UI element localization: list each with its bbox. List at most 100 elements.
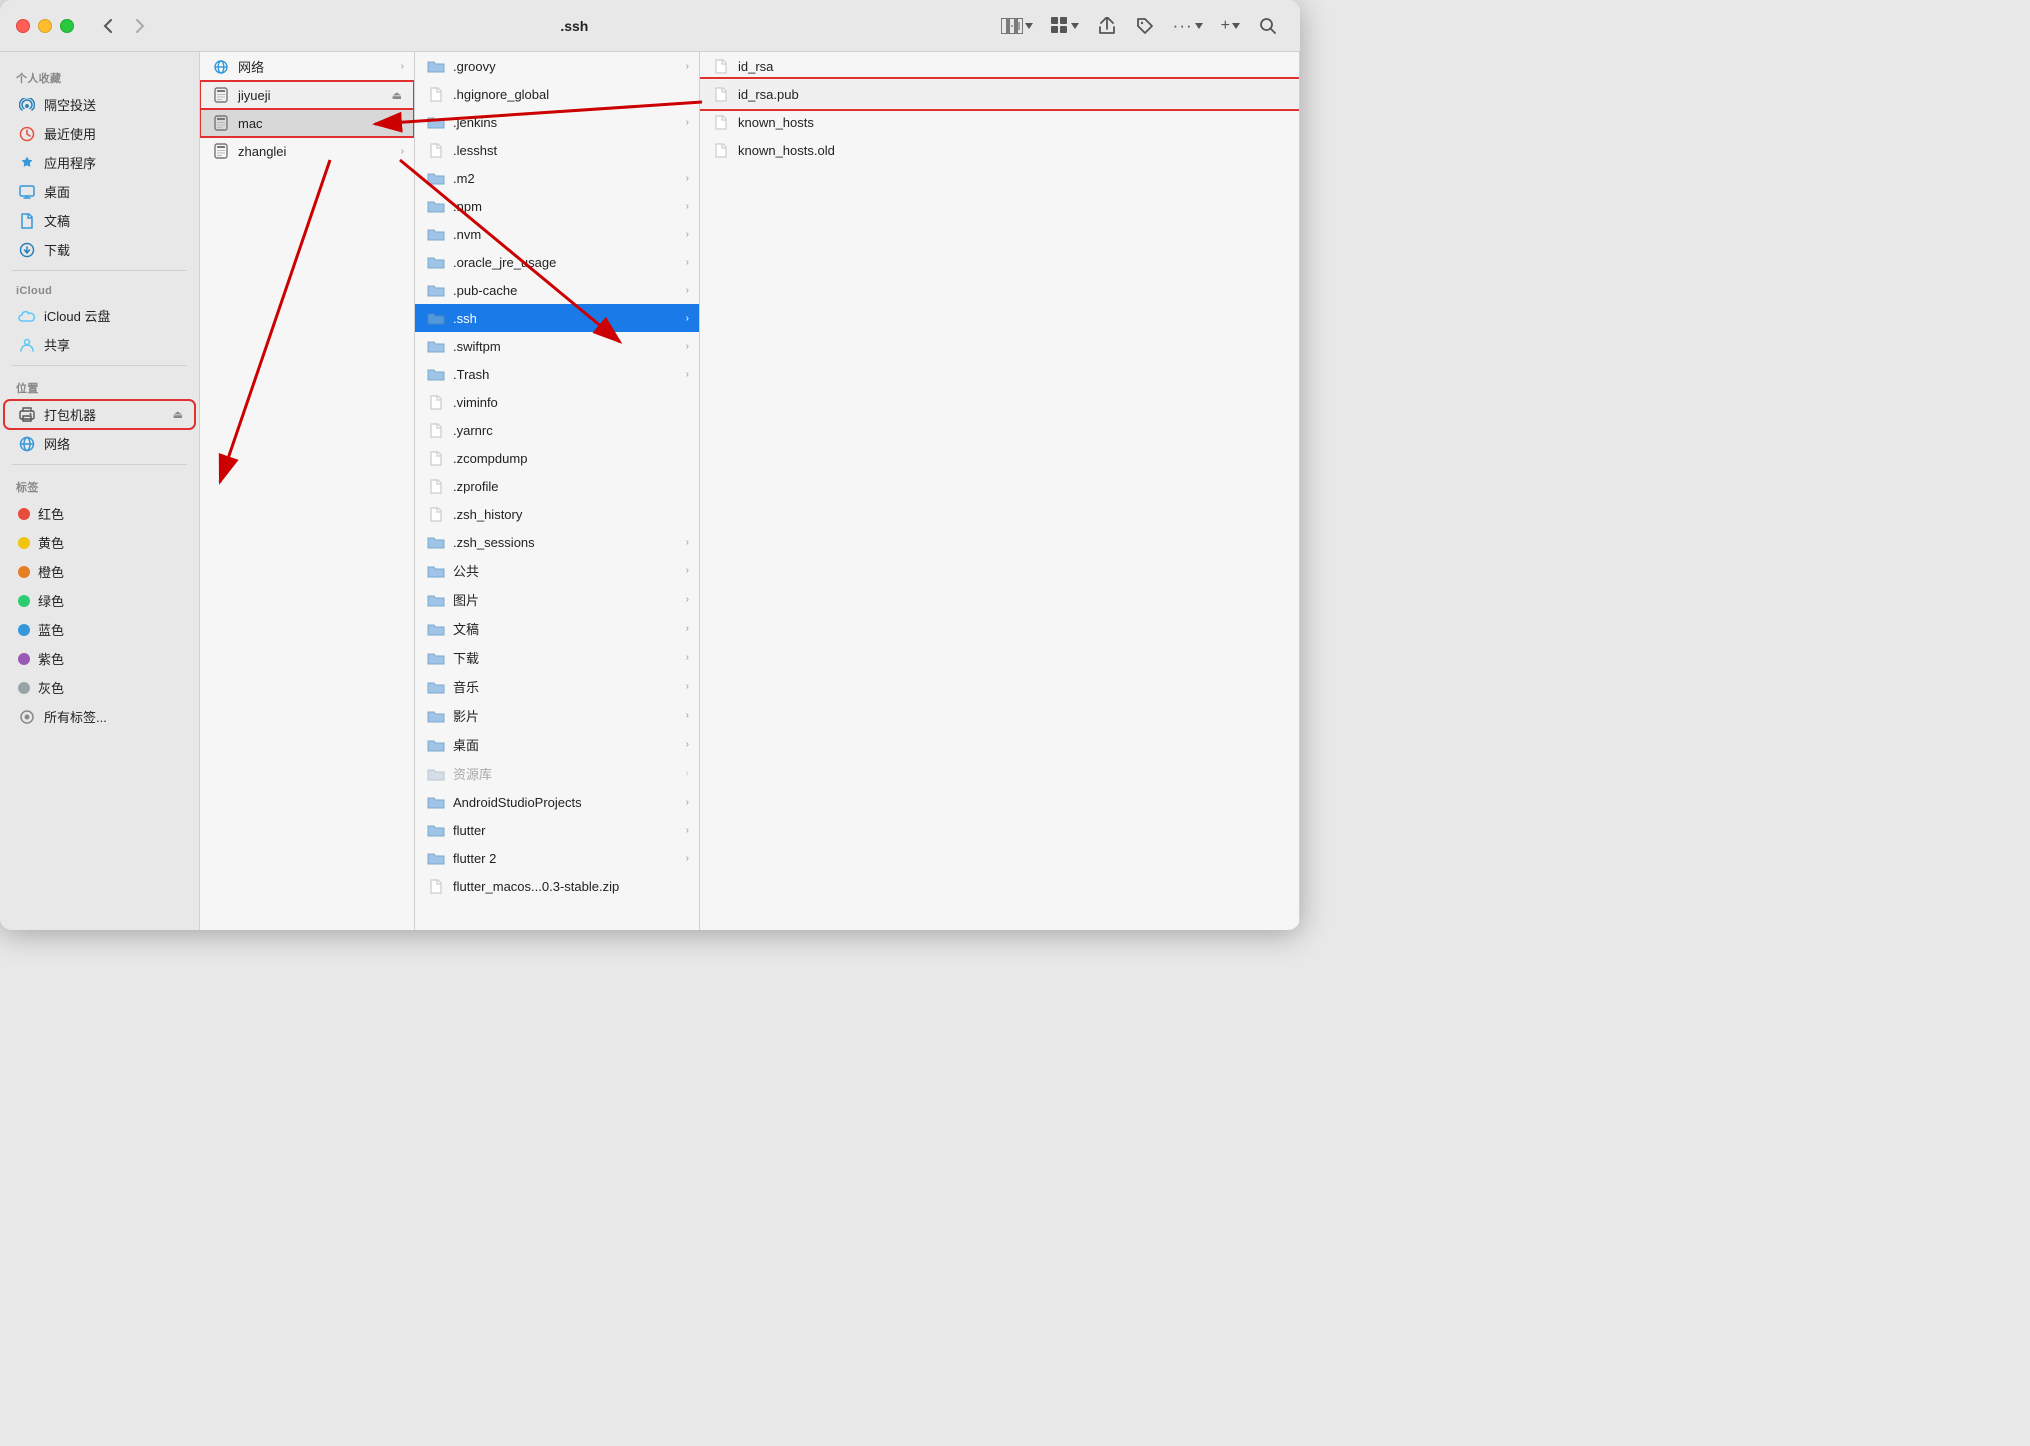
folder-selected-icon [427,309,445,327]
sidebar-item-tag-yellow[interactable]: 黄色 [4,528,195,557]
close-button[interactable] [16,19,30,33]
col2-zcompdump[interactable]: .zcompdump [415,444,699,472]
col1-zhanglei[interactable]: zhanglei › [200,137,414,165]
sidebar-item-shared[interactable]: 共享 [4,330,195,359]
sidebar-item-tag-green[interactable]: 绿色 [4,586,195,615]
chevron-icon: › [686,623,689,634]
col2-flutter2[interactable]: flutter 2 › [415,844,699,872]
sidebar-item-network[interactable]: 网络 [4,429,195,458]
col2-swiftpm-label: .swiftpm [453,339,678,354]
folder-icon [427,365,445,383]
sidebar-item-documents[interactable]: 文稿 [4,206,195,235]
view-switcher-button[interactable] [995,12,1039,40]
col1-mac[interactable]: mac ⏏ [200,109,414,137]
sidebar-item-all-tags[interactable]: 所有标签... [4,702,195,731]
col1-network[interactable]: 网络 › [200,52,414,81]
col2-m2[interactable]: .m2 › [415,164,699,192]
col3-known-hosts[interactable]: known_hosts [700,108,1299,136]
col2-pub-cache[interactable]: .pub-cache › [415,276,699,304]
col2-groovy[interactable]: .groovy › [415,52,699,80]
more-button[interactable]: ··· [1167,12,1209,40]
col2-swiftpm[interactable]: .swiftpm › [415,332,699,360]
col2-hgignore[interactable]: .hgignore_global [415,80,699,108]
sidebar-item-airdrop[interactable]: 隔空投送 [4,90,195,119]
sidebar-item-icloud-drive[interactable]: iCloud 云盘 [4,301,195,330]
sidebar-item-printer[interactable]: 打包机器 ⏏ [4,400,195,429]
sidebar-item-tag-purple-label: 紫色 [38,649,183,668]
col2-downloads[interactable]: 下载 › [415,643,699,672]
chevron-icon: › [686,825,689,836]
mac-eject-icon[interactable]: ⏏ [392,117,402,130]
col2-lesshst[interactable]: .lesshst [415,136,699,164]
col2-zsh-sessions[interactable]: .zsh_sessions › [415,528,699,556]
col3-id-rsa[interactable]: id_rsa [700,52,1299,80]
col2-movies[interactable]: 影片 › [415,701,699,730]
personal-section-title: 个人收藏 [0,62,199,90]
col2-jenkins-label: .jenkins [453,115,678,130]
chevron-icon: › [686,173,689,184]
search-button[interactable] [1252,12,1284,40]
col2-nvm[interactable]: .nvm › [415,220,699,248]
sidebar-item-tag-green-label: 绿色 [38,591,183,610]
sidebar-item-recents[interactable]: 最近使用 [4,119,195,148]
sidebar-item-tag-red[interactable]: 红色 [4,499,195,528]
col3-id-rsa-pub[interactable]: id_rsa.pub [700,80,1299,108]
back-button[interactable] [94,12,122,40]
tag-orange-dot [18,566,30,578]
sidebar-item-tag-purple[interactable]: 紫色 [4,644,195,673]
folder-icon [427,707,445,725]
sidebar-item-desktop[interactable]: 桌面 [4,177,195,206]
col2-desktop[interactable]: 桌面 › [415,730,699,759]
col2-yarnrc[interactable]: .yarnrc [415,416,699,444]
col2-documents[interactable]: 文稿 › [415,614,699,643]
col2-documents-label: 文稿 [453,619,678,638]
col2-hgignore-label: .hgignore_global [453,87,689,102]
col2-music-label: 音乐 [453,677,678,696]
chevron-icon: › [686,285,689,296]
jiyueji-eject-icon[interactable]: ⏏ [392,89,402,102]
col2-oracle-label: .oracle_jre_usage [453,255,678,270]
col2-flutter[interactable]: flutter › [415,816,699,844]
col2-npm[interactable]: .npm › [415,192,699,220]
col2-zprofile[interactable]: .zprofile [415,472,699,500]
col2-library[interactable]: 资源库 › [415,759,699,788]
col2-viminfo[interactable]: .viminfo [415,388,699,416]
col2-music[interactable]: 音乐 › [415,672,699,701]
col2-movies-label: 影片 [453,706,678,725]
col3-known-hosts-old[interactable]: known_hosts.old [700,136,1299,164]
col2-trash[interactable]: .Trash › [415,360,699,388]
folder-icon [427,225,445,243]
fullscreen-button[interactable] [60,19,74,33]
col2-lesshst-label: .lesshst [453,143,689,158]
folder-icon [427,169,445,187]
chevron-icon: › [686,710,689,721]
col2-public[interactable]: 公共 › [415,556,699,585]
share-button[interactable] [1091,12,1123,40]
chevron-icon: › [401,61,404,72]
col2-jenkins[interactable]: .jenkins › [415,108,699,136]
tag-green-dot [18,595,30,607]
columns-wrapper: 网络 › jiyueji ⏏ mac ⏏ [200,52,1300,930]
add-button[interactable]: + [1215,12,1246,40]
titlebar: .ssh [0,0,1300,52]
printer-eject-icon[interactable]: ⏏ [173,408,183,421]
file-icon [427,449,445,467]
col2-flutter-macos[interactable]: flutter_macos...0.3-stable.zip [415,872,699,900]
sidebar-item-tag-blue[interactable]: 蓝色 [4,615,195,644]
col2-ssh[interactable]: .ssh › [415,304,699,332]
sidebar-item-tag-orange[interactable]: 橙色 [4,557,195,586]
chevron-icon: › [686,61,689,72]
col2-zsh-history[interactable]: .zsh_history [415,500,699,528]
window-title: .ssh [560,18,588,34]
col2-androidstudio[interactable]: AndroidStudioProjects › [415,788,699,816]
forward-button[interactable] [126,12,154,40]
sidebar-item-tag-gray[interactable]: 灰色 [4,673,195,702]
col2-pictures[interactable]: 图片 › [415,585,699,614]
col1-jiyueji[interactable]: jiyueji ⏏ [200,81,414,109]
sidebar-item-downloads[interactable]: 下载 [4,235,195,264]
grid-view-button[interactable] [1045,12,1085,40]
sidebar-item-apps[interactable]: 应用程序 [4,148,195,177]
minimize-button[interactable] [38,19,52,33]
tag-button[interactable] [1129,12,1161,40]
col2-oracle[interactable]: .oracle_jre_usage › [415,248,699,276]
